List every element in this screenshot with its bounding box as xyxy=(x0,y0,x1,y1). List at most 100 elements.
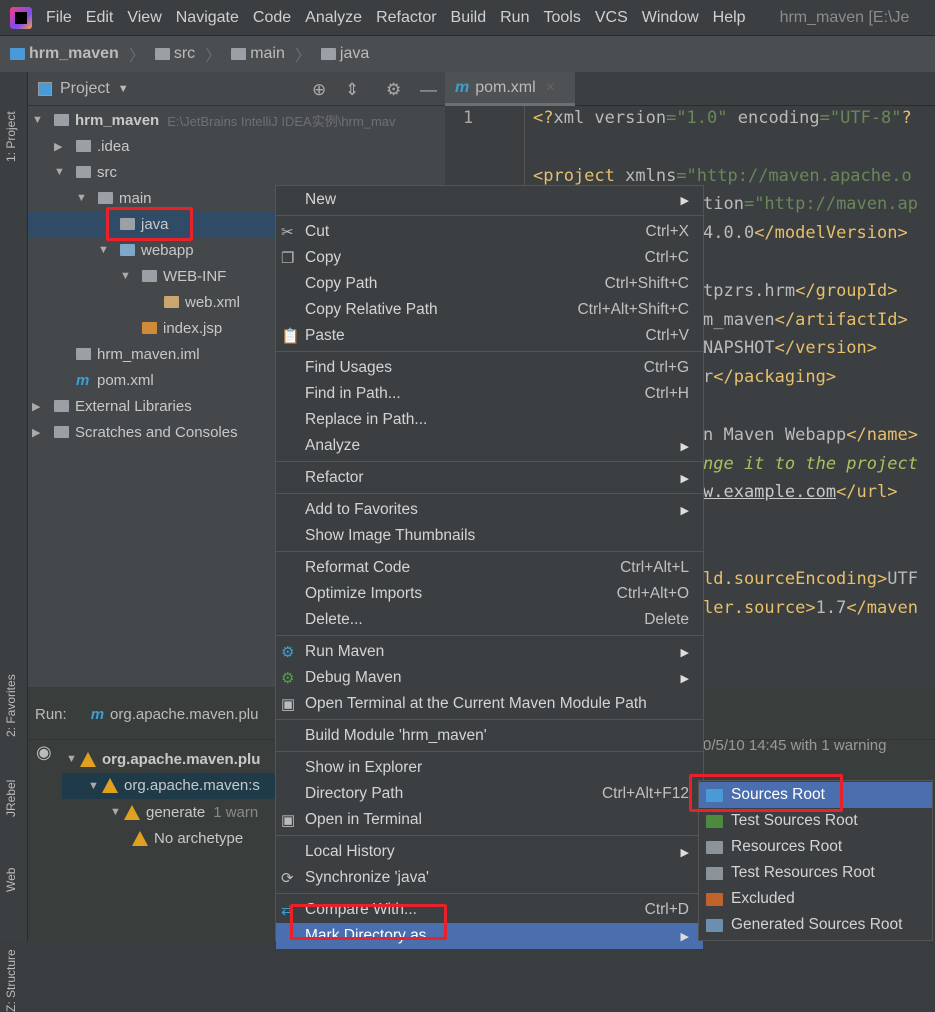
submenu-arrow-icon: ▶ xyxy=(680,194,689,207)
menu-navigate[interactable]: Navigate xyxy=(176,9,239,27)
menu-item-add-to-favorites[interactable]: Add to Favorites ▶ xyxy=(276,497,703,523)
collapse-all-icon[interactable]: ⇕ xyxy=(345,80,359,100)
context-menu: New ▶ ✂ Cut Ctrl+X ❐ Copy Ctrl+C Copy Path Ctrl+S… xyxy=(275,185,704,949)
tree-item-scratches-and-consoles[interactable]: ▶ Scratches and Consoles xyxy=(32,419,238,445)
menu-item-build-module-hrm-maven[interactable]: Build Module 'hrm_maven' xyxy=(276,723,703,749)
tree-item-web-inf[interactable]: ▼ WEB-INF xyxy=(120,263,226,289)
run-tree-label: No archetype xyxy=(154,830,244,847)
locate-icon[interactable]: ⊕ xyxy=(312,80,326,100)
menu-vcs[interactable]: VCS xyxy=(595,9,628,27)
web-tool-tab[interactable]: Web xyxy=(4,868,18,892)
expand-arrow-icon[interactable]: ▼ xyxy=(88,780,102,792)
breadcrumb-item[interactable]: main xyxy=(231,45,285,63)
menu-item-show-in-explorer[interactable]: Show in Explorer xyxy=(276,755,703,781)
menu-item-paste[interactable]: 📋 Paste Ctrl+V xyxy=(276,323,703,349)
tree-item--idea[interactable]: ▶ .idea xyxy=(54,133,130,159)
close-icon[interactable]: × xyxy=(546,79,555,97)
tree-item-src[interactable]: ▼ src xyxy=(54,159,117,185)
menu-item-replace-in-path[interactable]: Replace in Path... xyxy=(276,407,703,433)
menu-item-optimize-imports[interactable]: Optimize Imports Ctrl+Alt+O xyxy=(276,581,703,607)
menu-item-show-image-thumbnails[interactable]: Show Image Thumbnails xyxy=(276,523,703,549)
menu-window[interactable]: Window xyxy=(642,9,699,27)
expand-arrow-icon[interactable]: ▼ xyxy=(110,806,124,818)
menu-item-directory-path[interactable]: Directory Path Ctrl+Alt+F12 xyxy=(276,781,703,807)
menu-item-shortcut: Ctrl+X xyxy=(645,223,690,240)
menu-item-open-in-terminal[interactable]: ▣ Open in Terminal xyxy=(276,807,703,833)
eye-icon[interactable]: ◉ xyxy=(36,742,52,763)
menu-item-find-in-path[interactable]: Find in Path... Ctrl+H xyxy=(276,381,703,407)
expand-arrow-icon[interactable]: ▼ xyxy=(32,114,46,126)
breadcrumb-item[interactable]: src xyxy=(154,45,195,63)
menu-item-reformat-code[interactable]: Reformat Code Ctrl+Alt+L xyxy=(276,555,703,581)
menu-file[interactable]: File xyxy=(46,9,72,27)
menu-help[interactable]: Help xyxy=(713,9,746,27)
run-tree-item[interactable]: No archetype xyxy=(132,826,243,852)
expand-arrow-icon[interactable]: ▼ xyxy=(76,192,90,204)
menu-item-copy[interactable]: ❐ Copy Ctrl+C xyxy=(276,245,703,271)
expand-arrow-icon[interactable]: ▼ xyxy=(54,166,68,178)
breadcrumb-item[interactable]: java xyxy=(320,45,369,63)
menu-edit[interactable]: Edit xyxy=(86,9,114,27)
copy-icon: ❐ xyxy=(281,250,295,267)
menu-item-cut[interactable]: ✂ Cut Ctrl+X xyxy=(276,219,703,245)
menu-item-run-maven[interactable]: ⚙ Run Maven ▶ xyxy=(276,639,703,665)
expand-arrow-icon[interactable]: ▶ xyxy=(32,426,46,439)
tree-item-label: pom.xml xyxy=(97,371,154,389)
menu-item-analyze[interactable]: Analyze ▶ xyxy=(276,433,703,459)
menu-tools[interactable]: Tools xyxy=(543,9,580,27)
favorites-tool-tab[interactable]: 2: Favorites xyxy=(4,674,18,737)
hide-icon[interactable]: — xyxy=(420,80,437,100)
menu-item-delete[interactable]: Delete... Delete xyxy=(276,607,703,633)
menu-bar: File Edit View Navigate Code Analyze Refactor B… xyxy=(0,0,935,36)
menu-item-local-history[interactable]: Local History ▶ xyxy=(276,839,703,865)
menu-item-new[interactable]: New ▶ xyxy=(276,187,703,213)
menu-item-find-usages[interactable]: Find Usages Ctrl+G xyxy=(276,355,703,381)
expand-arrow-icon[interactable]: ▶ xyxy=(54,140,68,153)
run-tab[interactable]: org.apache.maven.plu xyxy=(110,706,258,723)
jrebel-tool-tab[interactable]: JRebel xyxy=(4,780,18,817)
breadcrumb-item[interactable]: hrm_maven xyxy=(10,45,119,63)
tab-pom-xml[interactable]: m pom.xml × xyxy=(445,72,575,106)
expand-arrow-icon[interactable]: ▼ xyxy=(66,753,80,765)
menu-item-debug-maven[interactable]: ⚙ Debug Maven ▶ xyxy=(276,665,703,691)
tab-label: pom.xml xyxy=(475,78,536,96)
menu-view[interactable]: View xyxy=(127,9,161,27)
menu-item-copy-relative-path[interactable]: Copy Relative Path Ctrl+Alt+Shift+C xyxy=(276,297,703,323)
project-tool-tab[interactable]: 1: Project xyxy=(4,111,18,162)
submenu-item-resources-root[interactable]: Resources Root xyxy=(699,834,932,860)
tree-item-external-libraries[interactable]: ▶ External Libraries xyxy=(32,393,192,419)
menu-analyze[interactable]: Analyze xyxy=(305,9,362,27)
tree-item-hrm-maven-iml[interactable]: hrm_maven.iml xyxy=(54,341,200,367)
tree-item-index-jsp[interactable]: index.jsp xyxy=(120,315,222,341)
gear-icon[interactable]: ⚙ xyxy=(386,80,401,100)
expand-arrow-icon[interactable]: ▼ xyxy=(98,244,112,256)
submenu-item-excluded[interactable]: Excluded xyxy=(699,886,932,912)
tree-item-web-xml[interactable]: web.xml xyxy=(142,289,240,315)
menu-item-refactor[interactable]: Refactor ▶ xyxy=(276,465,703,491)
project-view-selector[interactable]: Project xyxy=(60,80,110,98)
warning-icon xyxy=(102,778,118,793)
run-tree-item[interactable]: ▼ generate 1 warn xyxy=(110,799,258,825)
chevron-down-icon[interactable]: ▼ xyxy=(118,83,129,95)
tree-item-label: src xyxy=(97,163,117,181)
expand-arrow-icon[interactable]: ▼ xyxy=(120,270,134,282)
submenu-item-generated-sources-root[interactable]: Generated Sources Root xyxy=(699,912,932,938)
warning-icon xyxy=(124,804,140,820)
tree-item-pom-xml[interactable]: m pom.xml xyxy=(54,367,154,393)
menu-run[interactable]: Run xyxy=(500,9,529,27)
tree-item-hrm-maven[interactable]: ▼ hrm_maven E:\JetBrains IntelliJ IDEA实例\h… xyxy=(32,107,396,133)
menu-item-label: Refactor xyxy=(305,469,364,486)
menu-build[interactable]: Build xyxy=(451,9,487,27)
run-tree-item[interactable]: ▼ org.apache.maven.plu xyxy=(66,746,260,772)
code-token: n Maven Webapp xyxy=(703,424,847,445)
tree-item-label: hrm_maven xyxy=(75,111,160,129)
menu-refactor[interactable]: Refactor xyxy=(376,9,436,27)
tree-item-label: main xyxy=(119,189,152,207)
expand-arrow-icon[interactable]: ▶ xyxy=(32,400,46,413)
menu-item-open-terminal-at-the-current-maven-module-path[interactable]: ▣ Open Terminal at the Current Maven Modu… xyxy=(276,691,703,717)
menu-item-synchronize-java[interactable]: ⟳ Synchronize 'java' xyxy=(276,865,703,891)
structure-tool-tab[interactable]: Z: Structure xyxy=(4,949,18,1012)
submenu-item-test-resources-root[interactable]: Test Resources Root xyxy=(699,860,932,886)
menu-code[interactable]: Code xyxy=(253,9,291,27)
menu-item-copy-path[interactable]: Copy Path Ctrl+Shift+C xyxy=(276,271,703,297)
